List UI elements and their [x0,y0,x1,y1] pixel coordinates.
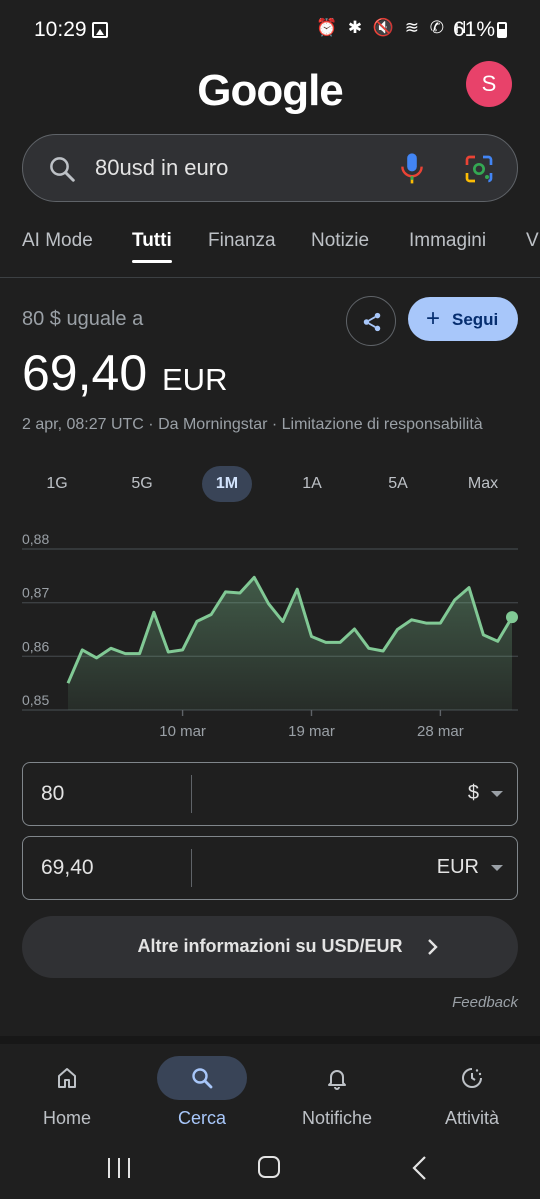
range-1g[interactable]: 1G [32,466,82,502]
from-currency-select[interactable]: $ [468,782,479,805]
google-logo[interactable]: Google [0,66,540,116]
search-icon [50,157,75,182]
to-currency-select[interactable]: EUR [437,856,479,879]
range-5a[interactable]: 5A [373,466,423,502]
y-tick-label: 0,88 [22,531,49,547]
more-info-label: Altre informazioni su USD/EUR [137,936,403,956]
system-status-icons: ⏰ ✱ 🔇 ≋ ✆ ıl [316,18,470,37]
search-tabs: AI Mode Tutti Finanza Notizie Immagini V [0,222,540,278]
share-button[interactable] [346,296,396,346]
source-meta[interactable]: 2 apr, 08:27 UTC · Da Morningstar · Limi… [22,416,483,434]
y-tick-label: 0,86 [22,638,49,654]
feedback-link[interactable]: Feedback [452,994,518,1011]
gallery-icon [92,22,108,38]
converter-divider [191,849,192,887]
google-lens-icon[interactable] [463,153,495,185]
battery-icon [497,22,507,38]
converter-to[interactable]: 69,40 EUR [22,836,518,900]
nav-cerca-label: Cerca [177,1108,226,1128]
tab-ai-mode[interactable]: AI Mode [22,230,93,252]
range-5g[interactable]: 5G [117,466,167,502]
converted-currency: EUR [162,362,228,397]
more-info-button[interactable]: Altre informazioni su USD/EUR [22,916,518,978]
nav-notifiche[interactable]: Notifiche [277,1056,397,1129]
system-navigation [0,1140,540,1199]
converter-from[interactable]: 80 $ [22,762,518,826]
nav-notifiche-label: Notifiche [301,1108,373,1128]
series-area [68,577,512,710]
plus-icon: + [426,305,441,332]
avatar[interactable]: S [466,61,512,107]
share-icon [363,312,381,332]
clock: 10:29 [34,18,87,41]
range-1m[interactable]: 1M [202,466,252,502]
y-tick-label: 0,85 [22,692,49,708]
nav-attivita-icon-wrap [427,1056,517,1100]
search-bar[interactable]: 80usd in euro [22,134,518,202]
nav-home-icon-wrap [22,1056,112,1100]
last-point-marker [506,611,518,624]
battery-percent: 61% [453,18,496,41]
nav-notifiche-icon-wrap [292,1056,382,1100]
equals-label: 80 $ uguale a [22,308,144,330]
nav-cerca[interactable]: Cerca [142,1056,262,1129]
chevron-down-icon[interactable] [491,791,503,797]
home-icon [58,1068,76,1088]
back-button[interactable] [410,1155,430,1181]
follow-label: Segui [452,310,499,329]
x-tick-label: 19 mar [288,723,335,740]
microphone-icon[interactable] [397,151,427,187]
nav-home[interactable]: Home [7,1056,127,1129]
nav-cerca-icon-wrap [157,1056,247,1100]
converter-divider [191,775,192,813]
recent-apps-button[interactable] [108,1158,130,1178]
chevron-down-icon[interactable] [491,865,503,871]
nav-attivita[interactable]: Attività [412,1056,532,1129]
activity-icon [462,1068,482,1088]
converted-value: 69,40 [22,345,148,401]
range-1a[interactable]: 1A [287,466,337,502]
active-tab-underline [132,260,172,263]
x-tick-label: 28 mar [417,723,464,740]
range-max[interactable]: Max [458,466,508,502]
bell-icon [328,1070,346,1090]
tab-notizie[interactable]: Notizie [311,230,369,252]
x-tick-label: 10 mar [159,723,206,740]
y-tick-label: 0,87 [22,585,49,601]
section-divider [0,1036,540,1044]
tab-tutti-label: Tutti [132,230,172,251]
tab-video[interactable]: V [526,230,539,252]
from-amount-input[interactable]: 80 [41,782,64,806]
tab-immagini[interactable]: Immagini [409,230,486,252]
nav-home-label: Home [42,1108,91,1128]
tab-tutti[interactable]: Tutti [132,230,172,263]
status-bar: 10:29 ⏰ ✱ 🔇 ≋ ✆ ıl 61% [0,0,540,60]
exchange-rate-chart[interactable]: 0,88 0,87 0,86 0,85 10 mar 19 mar 28 mar [0,530,540,745]
to-amount-input[interactable]: 69,40 [41,856,94,880]
search-input[interactable]: 80usd in euro [95,155,228,181]
nav-attivita-label: Attività [444,1108,500,1128]
search-icon [192,1068,213,1089]
home-button[interactable] [258,1156,280,1178]
follow-button[interactable]: + Segui [408,297,518,341]
chevron-right-icon [428,939,438,955]
tab-finanza[interactable]: Finanza [208,230,276,252]
